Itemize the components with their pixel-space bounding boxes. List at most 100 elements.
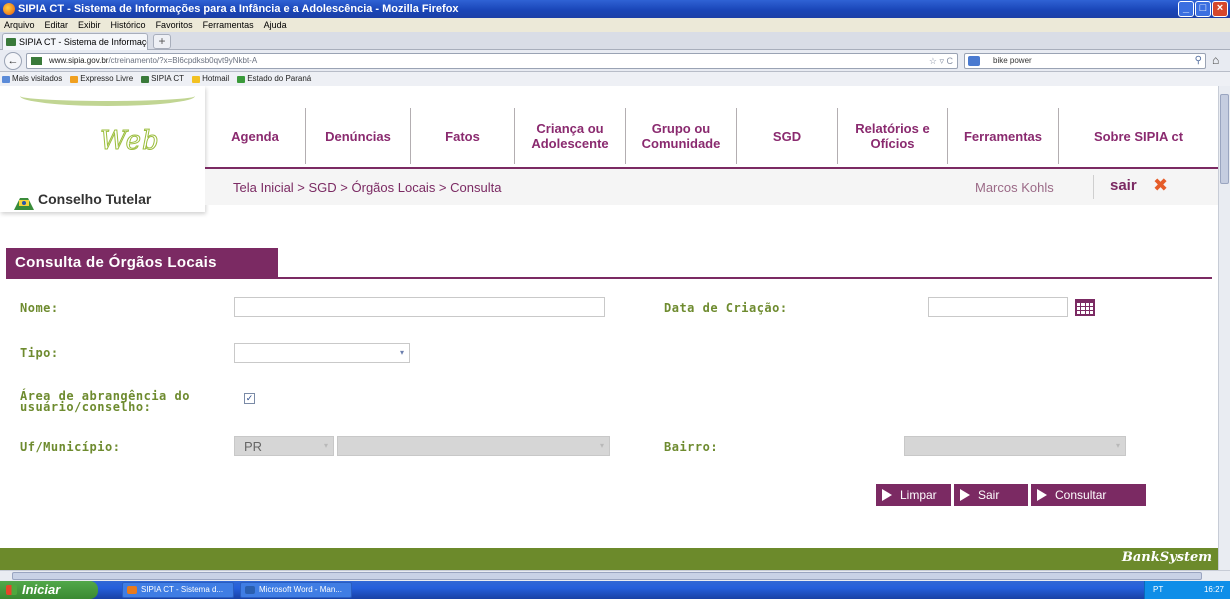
breadcrumb[interactable]: Tela Inicial > SGD > Órgãos Locais > Con… [233, 180, 501, 195]
conselho-tutelar-label: Conselho Tutelar [38, 191, 152, 207]
menu-historico[interactable]: Histórico [111, 18, 146, 32]
nav-sgd[interactable]: SGD [737, 108, 838, 164]
sair-button[interactable]: Sair [954, 484, 1028, 506]
bairro-label: Bairro: [664, 440, 719, 454]
bookmark-icon [2, 75, 10, 83]
nav-sobre-sipia[interactable]: Sobre SIPIA ct [1059, 108, 1218, 164]
navigation-bar: ← www.sipia.gov.br/ctreinamento/?x=Bl6cp… [0, 50, 1230, 72]
tipo-label: Tipo: [20, 346, 59, 360]
browser-tab-label: SIPIA CT - Sistema de Informações para a… [19, 37, 147, 47]
home-icon[interactable]: ⌂ [1212, 53, 1219, 67]
nav-fatos[interactable]: Fatos [411, 108, 515, 164]
taskbar-item-label: Microsoft Word - Man... [259, 585, 342, 594]
nome-input[interactable] [234, 297, 605, 317]
horizontal-scrollbar[interactable] [0, 570, 1230, 581]
calendar-icon[interactable] [1075, 299, 1095, 316]
menu-ajuda[interactable]: Ajuda [264, 18, 287, 32]
tipo-select[interactable]: ▾ [234, 343, 410, 363]
chevron-down-icon: ▾ [323, 441, 328, 450]
browser-tab-sipia[interactable]: SIPIA CT - Sistema de Informações para a… [2, 33, 148, 50]
data-criacao-label: Data de Criação: [664, 301, 788, 315]
consultar-button[interactable]: Consultar [1031, 484, 1146, 506]
logout-link[interactable]: sair [1110, 177, 1137, 194]
bookmark-icon [192, 75, 201, 83]
new-tab-button[interactable]: + [153, 34, 171, 49]
search-input[interactable]: bike power [993, 56, 1032, 65]
language-indicator[interactable]: PT [1153, 585, 1163, 594]
bookmark-label: Expresso Livre [80, 74, 134, 83]
search-icon[interactable]: ⚲ [1195, 54, 1202, 68]
word-icon [245, 586, 255, 594]
clock: 16:27 [1203, 585, 1224, 594]
site-logo[interactable]: Web Conselho Tutelar [0, 86, 205, 212]
footer-brand: BankSystem [1121, 550, 1212, 565]
firefox-icon [3, 3, 15, 15]
menu-bar: Arquivo Editar Exibir Histórico Favorito… [0, 18, 1230, 32]
close-button[interactable]: × [1212, 1, 1228, 17]
section-divider [6, 277, 1212, 279]
window-controls: _ □ × [1178, 1, 1228, 17]
bookmark-sipia-ct[interactable]: SIPIA CT [141, 72, 184, 86]
firefox-icon [127, 586, 137, 594]
menu-exibir[interactable]: Exibir [78, 18, 101, 32]
site-identity-icon [31, 57, 42, 65]
bookmark-star-icon[interactable]: ☆ ▿ C [929, 54, 953, 68]
search-engine-icon[interactable] [968, 56, 980, 66]
data-criacao-input[interactable] [928, 297, 1068, 317]
logged-user-name: Marcos Kohls [975, 180, 1054, 195]
search-bar[interactable]: bike power ⚲ [964, 53, 1206, 69]
logo-swoosh [20, 86, 195, 106]
menu-arquivo[interactable]: Arquivo [4, 18, 35, 32]
system-tray: PT 16:27 [1144, 581, 1230, 599]
nav-relatorios-oficios[interactable]: Relatórios e Ofícios [838, 108, 948, 164]
menu-editar[interactable]: Editar [45, 18, 69, 32]
bookmark-label: Estado do Paraná [247, 74, 312, 83]
logo-web-text: Web [100, 126, 160, 157]
taskbar-item-word[interactable]: Microsoft Word - Man... [240, 582, 352, 598]
address-bar[interactable]: www.sipia.gov.br/ctreinamento/?x=Bl6cpdk… [26, 53, 958, 69]
area-abrangencia-checkbox[interactable]: ✓ [244, 393, 255, 404]
bookmark-estado-parana[interactable]: Estado do Paraná [237, 72, 311, 86]
start-button[interactable]: Iniciar [0, 581, 98, 599]
window-title: SIPIA CT - Sistema de Informações para a… [18, 3, 459, 15]
window-titlebar: SIPIA CT - Sistema de Informações para a… [0, 0, 1230, 18]
url-path: /ctreinamento/?x=Bl6cpdksb0qvt9yNkbt-A [108, 56, 258, 65]
minimize-button[interactable]: _ [1178, 1, 1194, 17]
bookmark-icon [237, 75, 246, 83]
divider [1093, 175, 1094, 199]
nav-ferramentas[interactable]: Ferramentas [948, 108, 1059, 164]
uf-municipio-label: Uf/Município: [20, 440, 121, 454]
scrollbar-thumb[interactable] [12, 572, 1202, 580]
bookmark-hotmail[interactable]: Hotmail [192, 72, 229, 86]
nav-agenda[interactable]: Agenda [205, 108, 306, 164]
scrollbar-thumb[interactable] [1220, 94, 1229, 184]
page-viewport: Web Conselho Tutelar Agenda Denúncias Fa… [0, 86, 1218, 570]
chevron-down-icon: ▾ [1115, 441, 1120, 450]
bookmark-mais-visitados[interactable]: Mais visitados [2, 72, 62, 86]
logout-icon[interactable]: ✖ [1153, 175, 1168, 196]
nav-grupo-comunidade[interactable]: Grupo ou Comunidade [626, 108, 737, 164]
menu-ferramentas[interactable]: Ferramentas [203, 18, 254, 32]
nome-label: Nome: [20, 301, 59, 315]
main-navigation: Agenda Denúncias Fatos Criança ou Adoles… [205, 108, 1218, 164]
taskbar-item-firefox[interactable]: SIPIA CT - Sistema d... [122, 582, 234, 598]
bookmark-label: Mais visitados [12, 74, 63, 83]
section-title: Consulta de Órgãos Locais [6, 248, 278, 278]
maximize-button[interactable]: □ [1195, 1, 1211, 17]
bookmark-label: SIPIA CT [151, 74, 185, 83]
bairro-select[interactable]: ▾ [904, 436, 1126, 456]
nav-denuncias[interactable]: Denúncias [306, 108, 411, 164]
back-button[interactable]: ← [4, 52, 22, 70]
municipio-select[interactable]: ▾ [337, 436, 610, 456]
chevron-down-icon: ▾ [599, 441, 604, 450]
nav-crianca-adolescente[interactable]: Criança ou Adolescente [515, 108, 626, 164]
limpar-button[interactable]: Limpar [876, 484, 951, 506]
bookmark-expresso-livre[interactable]: Expresso Livre [70, 72, 133, 86]
vertical-scrollbar[interactable] [1218, 86, 1230, 570]
menu-favoritos[interactable]: Favoritos [156, 18, 193, 32]
url-domain: www.sipia.gov.br [49, 56, 109, 65]
uf-select[interactable]: PR ▾ [234, 436, 334, 456]
area-abrangencia-label: Área de abrangência do usuário/conselho: [20, 390, 190, 413]
conselho-tutelar-icon [14, 198, 34, 210]
breadcrumb-bar: Tela Inicial > SGD > Órgãos Locais > Con… [205, 169, 1218, 205]
